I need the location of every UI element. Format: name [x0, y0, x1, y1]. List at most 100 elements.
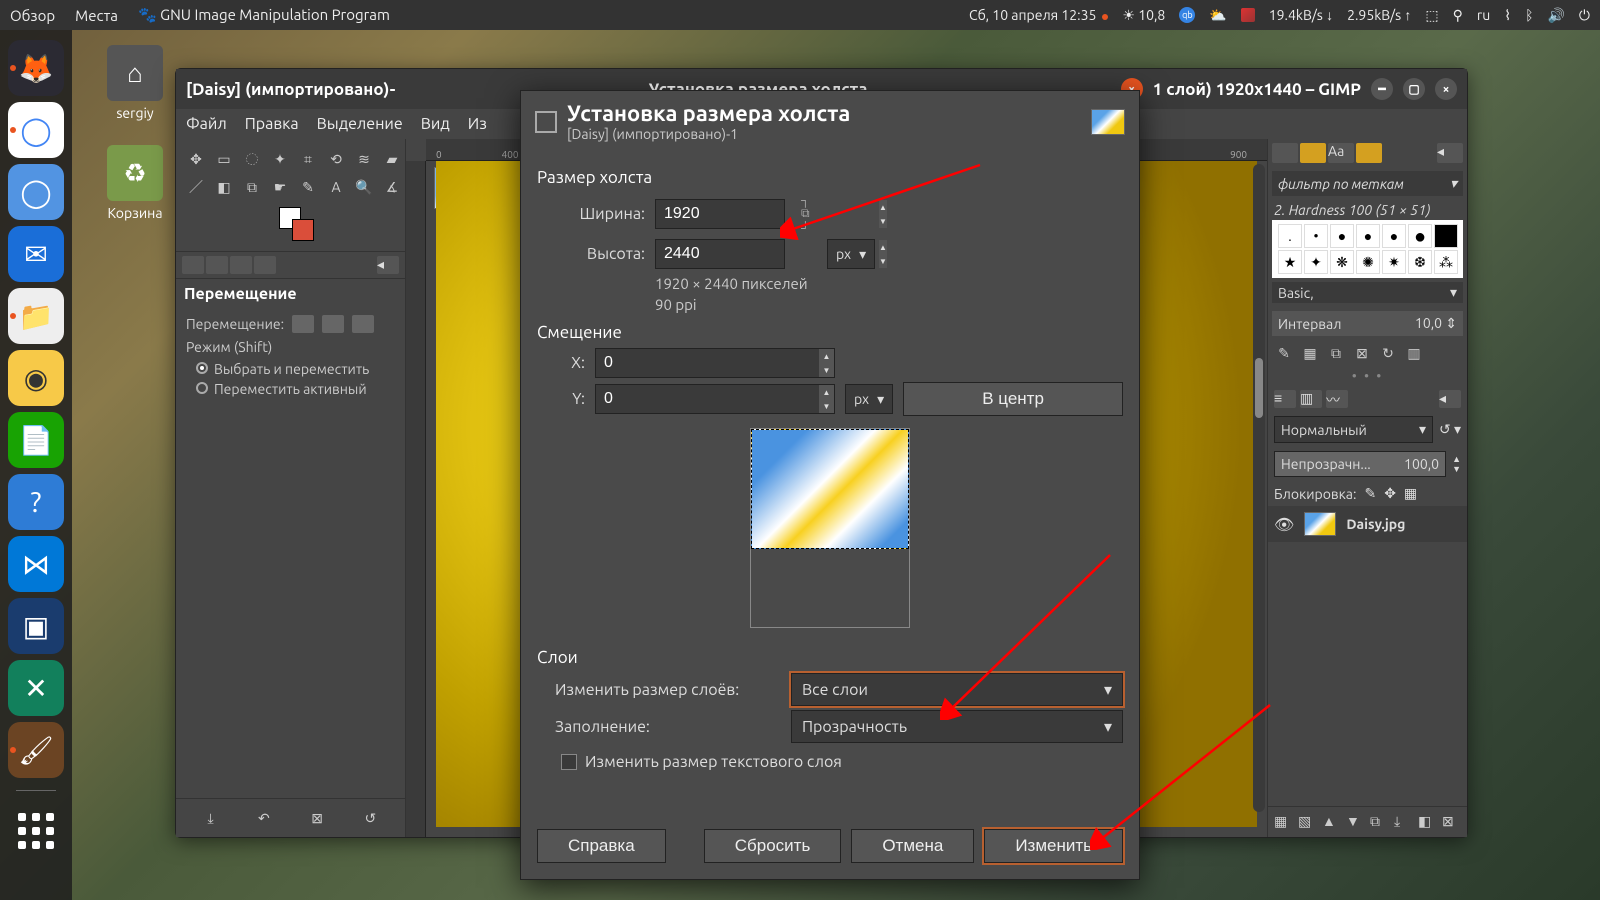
vertical-ruler[interactable]: [406, 161, 426, 837]
right-tab-menu-button[interactable]: ◂: [1437, 143, 1463, 163]
width-input[interactable]: ▲▼: [655, 199, 785, 229]
new-layer-button[interactable]: ▦: [1274, 813, 1292, 831]
activities-button[interactable]: Обзор: [10, 7, 55, 24]
thunderbird-icon[interactable]: ✉: [8, 226, 64, 282]
layer-item[interactable]: 👁 Daisy.jpg: [1268, 506, 1467, 542]
lower-layer-button[interactable]: ▼: [1346, 813, 1364, 831]
clone-tool[interactable]: ⧉: [240, 175, 264, 199]
zoom-tool[interactable]: 🔍: [352, 175, 376, 199]
device-status-tab[interactable]: [206, 256, 228, 274]
mask-button[interactable]: ◧: [1418, 813, 1436, 831]
tray-icon[interactable]: ⬚: [1425, 7, 1438, 24]
edit-brush-button[interactable]: ✎: [1274, 344, 1294, 362]
pencil-tool[interactable]: ／: [184, 175, 208, 199]
layer-visibility-toggle[interactable]: 👁: [1274, 515, 1294, 534]
qbittorrent-icon[interactable]: qb: [1179, 7, 1195, 23]
brushes-tab[interactable]: [1272, 143, 1298, 163]
save-preset-button[interactable]: ⤓: [198, 807, 224, 829]
offset-preview-image[interactable]: [751, 429, 909, 549]
gradients-tab[interactable]: [1356, 143, 1382, 163]
layer-mode-combo[interactable]: Нормальный▾: [1274, 416, 1433, 443]
new-brush-button[interactable]: ▦: [1300, 344, 1320, 362]
move-pick-radio[interactable]: Выбрать и переместить: [196, 361, 395, 377]
menu-image[interactable]: Из: [468, 115, 487, 133]
offset-x-input[interactable]: ▲▼: [595, 348, 835, 378]
background-color[interactable]: [292, 219, 314, 241]
menu-view[interactable]: Вид: [421, 115, 450, 133]
clock[interactable]: Сб, 10 апреля 12:35: [969, 7, 1108, 23]
cube-icon[interactable]: [1241, 8, 1255, 22]
offset-preview[interactable]: [750, 428, 910, 628]
images-tab[interactable]: [254, 256, 276, 274]
channels-tab[interactable]: ▥: [1300, 390, 1322, 408]
tool-options-tab[interactable]: [182, 256, 204, 274]
home-desktop-icon[interactable]: ⌂ sergiy: [90, 45, 180, 121]
network-icon[interactable]: ⌇: [1504, 7, 1511, 24]
libreoffice-writer-icon[interactable]: 📄: [8, 412, 64, 468]
vertical-scrollbar[interactable]: [1253, 164, 1265, 812]
menu-edit[interactable]: Правка: [245, 115, 299, 133]
fill-combo[interactable]: Прозрачность▾: [791, 710, 1123, 743]
resize-text-checkbox[interactable]: Изменить размер текстового слоя: [561, 753, 1123, 771]
move-tool[interactable]: ✥: [184, 147, 208, 171]
text-tool[interactable]: A: [324, 175, 348, 199]
path-tool[interactable]: ✎: [296, 175, 320, 199]
resize-button[interactable]: Изменить: [984, 829, 1123, 863]
lock-alpha-button[interactable]: ▦: [1404, 485, 1417, 502]
power-icon[interactable]: ⏻: [1579, 7, 1590, 24]
brush-grid[interactable]: .•●●●● ★✦❋✺✷❆⁂: [1272, 220, 1463, 278]
delete-preset-button[interactable]: ⊠: [304, 807, 330, 829]
undo-history-tab[interactable]: [230, 256, 252, 274]
refresh-brushes-button[interactable]: ↻: [1378, 344, 1398, 362]
tab-menu-button[interactable]: ◂: [377, 256, 399, 274]
duplicate-brush-button[interactable]: ⧉: [1326, 344, 1346, 362]
firefox-icon[interactable]: 🦊: [8, 40, 64, 96]
paths-tab[interactable]: 〰: [1326, 390, 1348, 408]
close-button[interactable]: ×: [1435, 78, 1457, 100]
rotate-tool[interactable]: ⟲: [324, 147, 348, 171]
raise-layer-button[interactable]: ▲: [1322, 813, 1340, 831]
gimp-icon[interactable]: 🖌: [8, 722, 64, 778]
keyboard-layout[interactable]: ru: [1477, 7, 1490, 23]
accessibility-icon[interactable]: ⚲: [1453, 7, 1463, 24]
warp-tool[interactable]: ≋: [352, 147, 376, 171]
new-group-button[interactable]: ▧: [1298, 813, 1316, 831]
opacity-slider[interactable]: Непрозрачн...100,0: [1274, 451, 1446, 477]
width-spin-up[interactable]: ▲: [879, 200, 887, 214]
volume-icon[interactable]: 🔊: [1547, 7, 1564, 24]
layer-name[interactable]: Daisy.jpg: [1346, 516, 1405, 532]
width-spin-down[interactable]: ▼: [879, 214, 887, 228]
show-applications-button[interactable]: [8, 803, 64, 859]
cancel-button[interactable]: Отмена: [851, 829, 974, 863]
mode-reset-button[interactable]: ↺ ▾: [1439, 421, 1461, 438]
reset-options-button[interactable]: ↺: [357, 807, 383, 829]
menu-select[interactable]: Выделение: [317, 115, 403, 133]
help-button[interactable]: Справка: [537, 829, 666, 863]
panel-drag-handle[interactable]: • • •: [1268, 366, 1467, 386]
virtualbox-icon[interactable]: ▣: [8, 598, 64, 654]
app-icon[interactable]: ✕: [8, 660, 64, 716]
move-layer-button[interactable]: [292, 315, 314, 333]
measure-tool[interactable]: ∡: [380, 175, 404, 199]
rect-select-tool[interactable]: ▭: [212, 147, 236, 171]
trash-desktop-icon[interactable]: ♻ Корзина: [90, 145, 180, 221]
offset-y-input[interactable]: ▲▼: [595, 384, 835, 414]
files-icon[interactable]: 📁: [8, 288, 64, 344]
restore-preset-button[interactable]: ↶: [251, 807, 277, 829]
crop-tool[interactable]: ⌗: [296, 147, 320, 171]
size-unit-combo[interactable]: px▾: [827, 239, 875, 269]
open-as-image-button[interactable]: ▥: [1404, 344, 1424, 362]
height-spin-up[interactable]: ▲: [879, 240, 887, 254]
lock-position-button[interactable]: ✥: [1384, 485, 1396, 502]
lock-pixels-button[interactable]: ✎: [1364, 485, 1376, 502]
height-input[interactable]: ▲▼: [655, 239, 785, 269]
chrome-icon[interactable]: ◯: [8, 102, 64, 158]
delete-brush-button[interactable]: ⊠: [1352, 344, 1372, 362]
offset-unit-combo[interactable]: px▾: [845, 384, 893, 414]
move-selection-button[interactable]: [322, 315, 344, 333]
bluetooth-icon[interactable]: ᛒ: [1525, 7, 1533, 23]
help-icon[interactable]: ?: [8, 474, 64, 530]
minimize-button[interactable]: ━: [1371, 78, 1393, 100]
center-button[interactable]: В центр: [903, 382, 1123, 416]
reset-button[interactable]: Сбросить: [704, 829, 842, 863]
